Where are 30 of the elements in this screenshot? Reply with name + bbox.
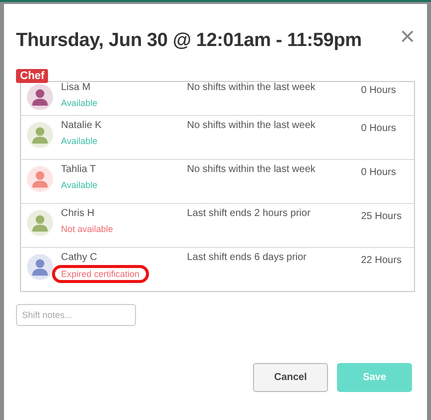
shift-note: Last shift ends 6 days prior xyxy=(187,252,308,263)
dialog-title: Thursday, Jun 30 @ 12:01am - 11:59pm xyxy=(16,30,362,52)
hours-count: 0 Hours xyxy=(361,85,396,96)
hours-count: 0 Hours xyxy=(361,123,396,134)
staff-name: Cathy C xyxy=(61,252,98,263)
availability-status: Available xyxy=(61,98,98,108)
dialog-button[interactable]: Cancel xyxy=(253,363,328,392)
staff-name: Natalie K xyxy=(61,120,103,131)
shift-notes-field[interactable]: Shift notes... xyxy=(16,304,136,326)
shift-note: No shifts within the last week xyxy=(187,164,316,175)
shift-note: No shifts within the last week xyxy=(187,82,316,93)
role-tag: Chef xyxy=(16,69,48,83)
staff-row[interactable]: Chris H Not available Last shift ends 2 hours prior 25 Hours xyxy=(21,203,414,247)
staff-name: Chris H xyxy=(61,208,96,219)
staff-name: Tahlia T xyxy=(61,164,97,175)
shift-note: No shifts within the last week xyxy=(187,120,316,131)
hours-count: 22 Hours xyxy=(361,255,402,266)
hours-count: 25 Hours xyxy=(361,211,402,222)
shift-note: Last shift ends 2 hours prior xyxy=(187,208,312,219)
availability-status: Available xyxy=(61,180,98,190)
staff-row[interactable]: Tahlia T Available No shifts within the last week 0 Hours xyxy=(21,159,414,203)
staff-row[interactable]: Cathy C Expired certification Last shift ends 6 days prior 22 Hours xyxy=(21,247,414,291)
availability-status: Available xyxy=(61,136,98,146)
hours-count: 0 Hours xyxy=(361,167,396,178)
staff-name: Lisa M xyxy=(61,82,92,93)
availability-status: Not available xyxy=(61,224,114,234)
availability-status: Expired certification xyxy=(61,269,140,279)
staff-row[interactable]: Natalie K Available No shifts within the last week 0 Hours xyxy=(21,115,414,159)
staff-row[interactable]: Lisa M Available No shifts within the last week 0 Hours xyxy=(21,82,414,115)
close-button[interactable]: × xyxy=(400,26,415,46)
